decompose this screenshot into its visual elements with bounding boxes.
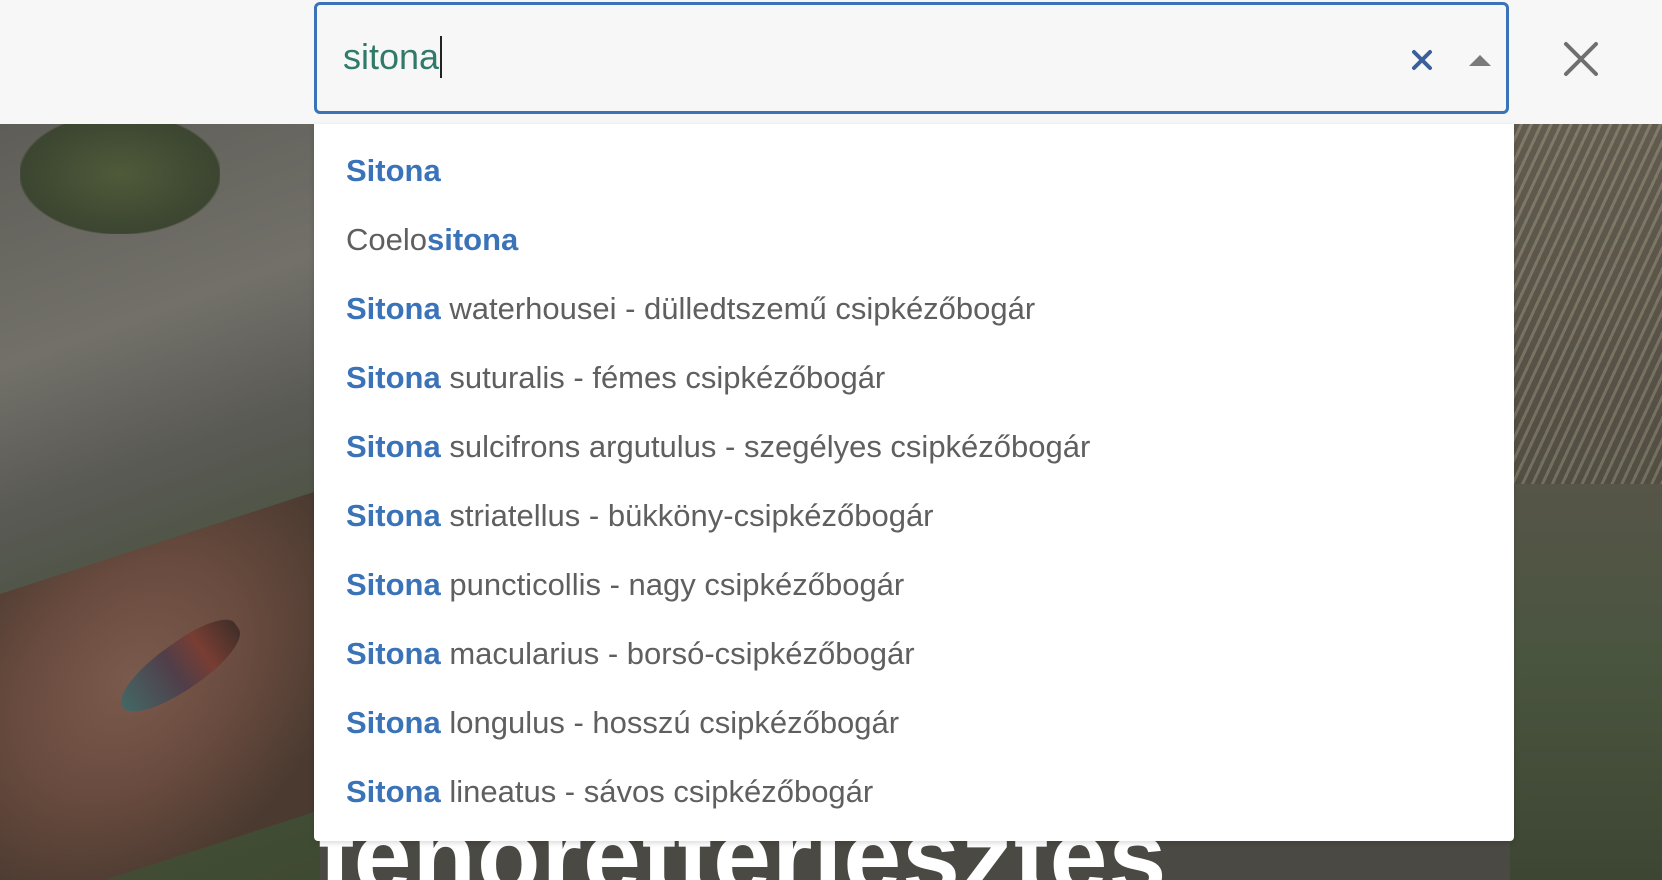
option-match: Sitona bbox=[346, 153, 441, 188]
text-caret bbox=[440, 36, 443, 78]
autocomplete-dropdown: Sitona Coelositona Sitona waterhousei - … bbox=[314, 124, 1514, 841]
option-rest: puncticollis - nagy csipkézőbogár bbox=[440, 567, 905, 602]
search-field[interactable]: sitona bbox=[314, 2, 1509, 114]
background-photo-right-texture bbox=[1510, 124, 1662, 484]
option-rest: lineatus - sávos csipkézőbogár bbox=[440, 774, 874, 809]
option-rest: waterhousei - dülledtszemű csipkézőbogár bbox=[440, 291, 1036, 326]
option-rest: macularius - borsó-csipkézőbogár bbox=[440, 636, 915, 671]
option-match: Sitona bbox=[346, 774, 441, 809]
option-match: Sitona bbox=[346, 498, 441, 533]
option-match: Sitona bbox=[346, 291, 441, 326]
dropdown-option[interactable]: Sitona striatellus - bükköny-csipkézőbog… bbox=[314, 481, 1514, 550]
dropdown-option[interactable]: Sitona macularius - borsó-csipkézőbogár bbox=[314, 619, 1514, 688]
search-input[interactable]: sitona bbox=[343, 35, 443, 79]
option-rest: sulcifrons argutulus - szegélyes csipkéz… bbox=[440, 429, 1091, 464]
dropdown-option[interactable]: Sitona sulcifrons argutulus - szegélyes … bbox=[314, 412, 1514, 481]
option-rest: suturalis - fémes csipkézőbogár bbox=[440, 360, 886, 395]
dropdown-toggle-icon[interactable] bbox=[1455, 35, 1505, 85]
dropdown-option[interactable]: Sitona waterhousei - dülledtszemű csipké… bbox=[314, 274, 1514, 343]
dropdown-option[interactable]: Coelositona bbox=[314, 205, 1514, 274]
search-bar: sitona bbox=[0, 0, 1662, 124]
option-match: Sitona bbox=[346, 567, 441, 602]
option-match: Sitona bbox=[346, 636, 441, 671]
option-rest: longulus - hosszú csipkézőbogár bbox=[440, 705, 900, 740]
option-rest: striatellus - bükköny-csipkézőbogár bbox=[440, 498, 934, 533]
option-match: Sitona bbox=[346, 429, 441, 464]
option-match: sitona bbox=[427, 222, 519, 257]
clear-search-icon[interactable] bbox=[1397, 35, 1447, 85]
dropdown-option[interactable]: Sitona bbox=[314, 136, 1514, 205]
option-match: Sitona bbox=[346, 360, 441, 395]
option-match: Sitona bbox=[346, 705, 441, 740]
option-prefix: Coelo bbox=[346, 222, 427, 257]
dropdown-option[interactable]: Sitona suturalis - fémes csipkézőbogár bbox=[314, 343, 1514, 412]
search-input-value: sitona bbox=[343, 36, 440, 77]
dropdown-option[interactable]: Sitona puncticollis - nagy csipkézőbogár bbox=[314, 550, 1514, 619]
background-leaf bbox=[20, 124, 220, 234]
close-icon[interactable] bbox=[1556, 34, 1606, 84]
dropdown-option[interactable]: Sitona longulus - hosszú csipkézőbogár bbox=[314, 688, 1514, 757]
dropdown-option[interactable]: Sitona lineatus - sávos csipkézőbogár bbox=[314, 757, 1514, 826]
